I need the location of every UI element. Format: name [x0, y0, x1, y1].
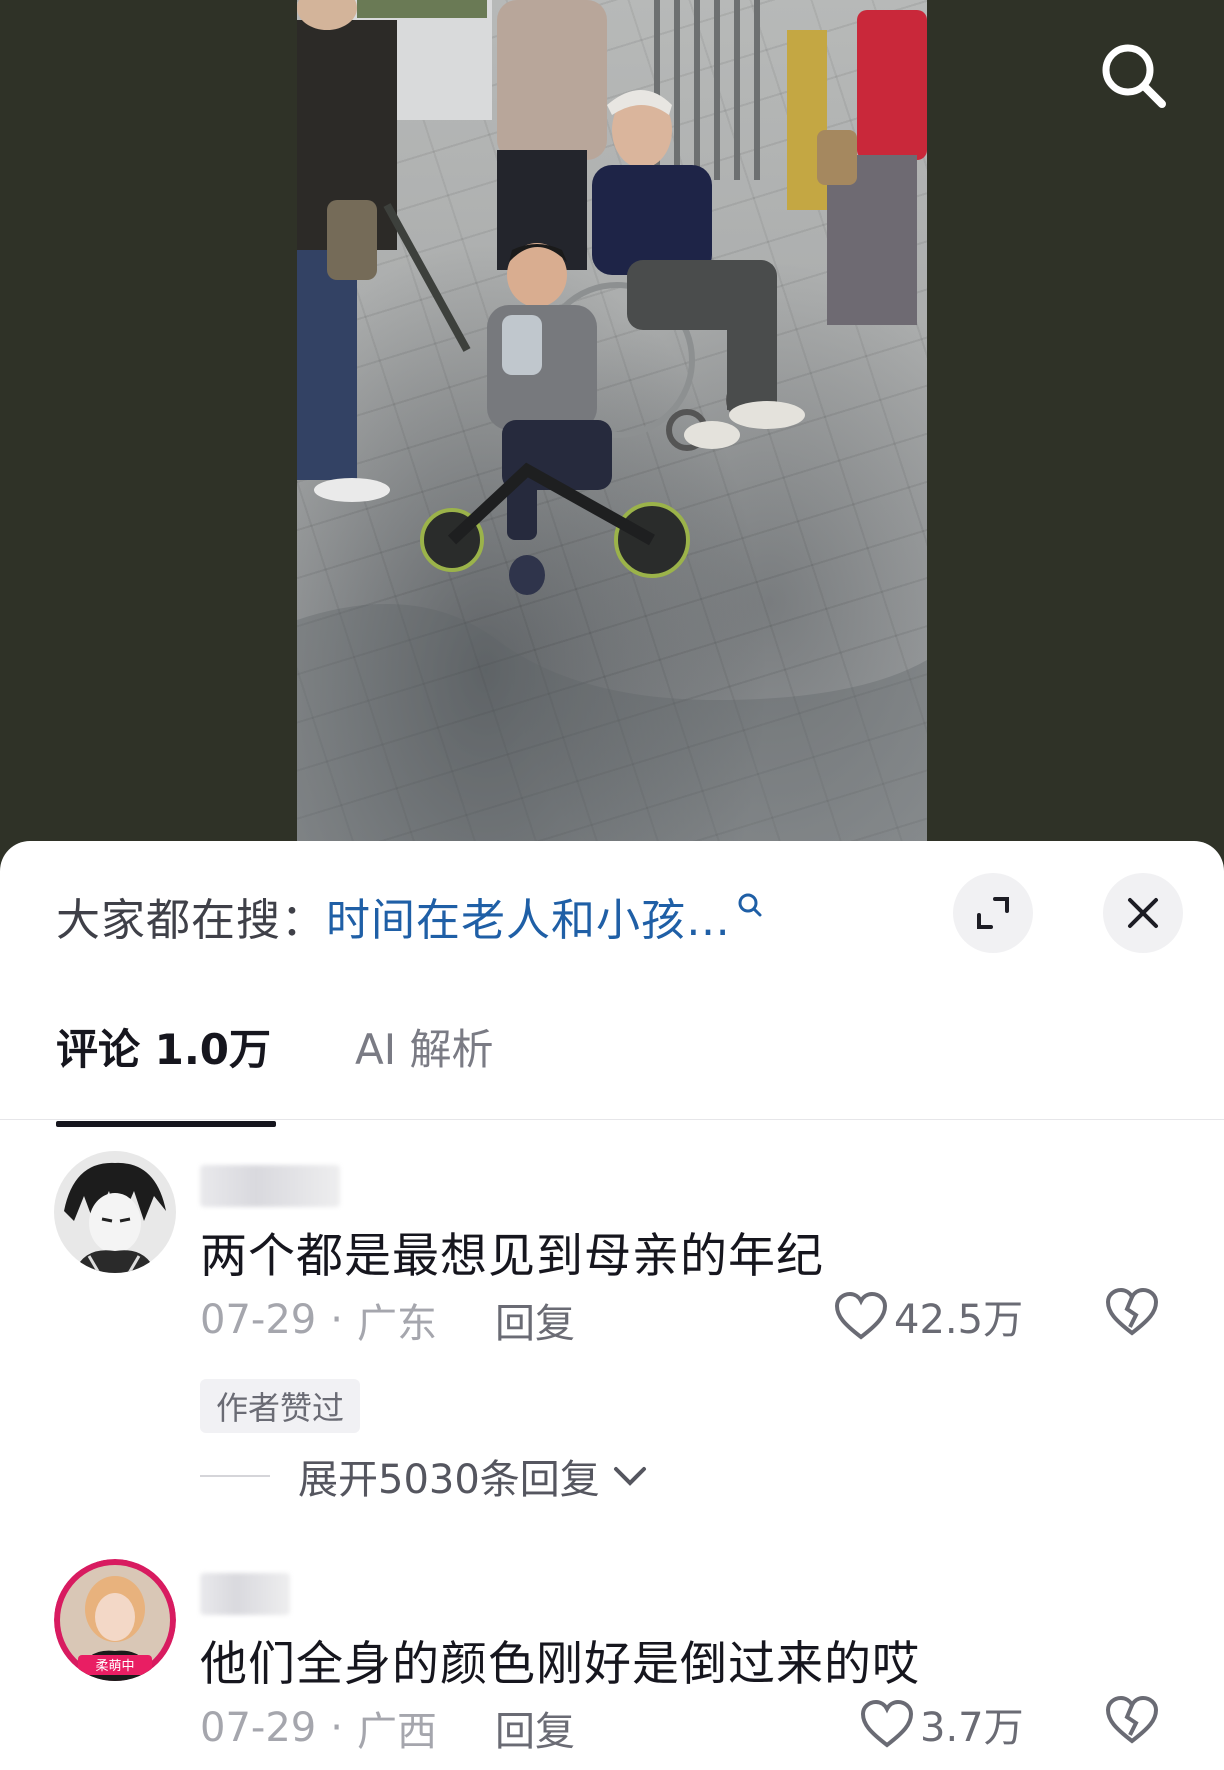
heart-icon: [860, 1699, 914, 1748]
live-streamer-avatar-image: 柔萌中: [54, 1559, 176, 1681]
video-player[interactable]: [0, 0, 1224, 860]
comment-sheet: 大家都在搜： 时间在老人和小孩… 评论 1.0万 AI 解析 两个都是最想见到母…: [0, 841, 1224, 1770]
comment-date: 07-29: [200, 1705, 317, 1751]
comment-meta: 07-29 · 广西 回复: [200, 1699, 575, 1757]
expand-replies-button[interactable]: 展开5030条回复: [200, 1447, 650, 1505]
reply-button[interactable]: 回复: [495, 1699, 575, 1757]
dislike-button[interactable]: [1105, 1695, 1159, 1749]
close-icon: [1128, 898, 1158, 928]
broken-heart-icon: [1105, 1695, 1159, 1744]
avatar[interactable]: 柔萌中: [54, 1559, 176, 1681]
tab-ai-analysis[interactable]: AI 解析: [355, 1016, 493, 1077]
comment-date: 07-29: [200, 1297, 317, 1343]
meta-separator: ·: [330, 1705, 343, 1751]
tab-bar: 评论 1.0万 AI 解析: [56, 1016, 494, 1077]
active-tab-indicator: [56, 1121, 276, 1127]
comment-text: 他们全身的颜色刚好是倒过来的哎: [200, 1637, 920, 1692]
comment-location: 广东: [356, 1301, 437, 1347]
like-button[interactable]: 3.7万: [860, 1695, 1024, 1753]
avatar[interactable]: [54, 1151, 176, 1273]
heart-icon: [834, 1291, 888, 1340]
like-count: 3.7万: [920, 1705, 1024, 1751]
expand-button[interactable]: [953, 873, 1033, 953]
close-button[interactable]: [1103, 873, 1183, 953]
expand-replies-line: [200, 1475, 270, 1477]
small-search-icon: [738, 893, 762, 917]
search-button[interactable]: [1096, 38, 1172, 114]
username-blurred[interactable]: [200, 1573, 290, 1615]
like-button[interactable]: 42.5万: [834, 1287, 1023, 1345]
like-count: 42.5万: [894, 1297, 1024, 1343]
meta-separator: ·: [330, 1297, 343, 1343]
video-scene-image: [297, 0, 927, 860]
username-blurred[interactable]: [200, 1165, 340, 1207]
chevron-down-icon: [613, 1467, 646, 1486]
broken-heart-icon: [1105, 1287, 1159, 1336]
expand-replies-label: 展开5030条回复: [298, 1457, 600, 1503]
author-liked-badge: 作者赞过: [200, 1379, 361, 1433]
hot-search-bar[interactable]: 大家都在搜： 时间在老人和小孩…: [56, 881, 763, 951]
comment-text: 两个都是最想见到母亲的年纪: [200, 1229, 824, 1284]
comment-meta: 07-29 · 广东 回复: [200, 1291, 575, 1349]
hot-search-query[interactable]: 时间在老人和小孩…: [326, 884, 731, 948]
tab-comments[interactable]: 评论 1.0万: [56, 1016, 271, 1077]
tabs-divider: [0, 1119, 1224, 1120]
anime-avatar-image: [54, 1151, 176, 1273]
search-icon: [1102, 44, 1166, 108]
dislike-button[interactable]: [1105, 1287, 1159, 1341]
reply-button[interactable]: 回复: [495, 1291, 575, 1349]
comment-location: 广西: [356, 1709, 437, 1755]
expand-icon: [977, 897, 1009, 929]
hot-search-label: 大家都在搜：: [56, 895, 326, 946]
avatar-live-badge: 柔萌中: [95, 1659, 134, 1674]
video-frame[interactable]: [297, 0, 927, 860]
